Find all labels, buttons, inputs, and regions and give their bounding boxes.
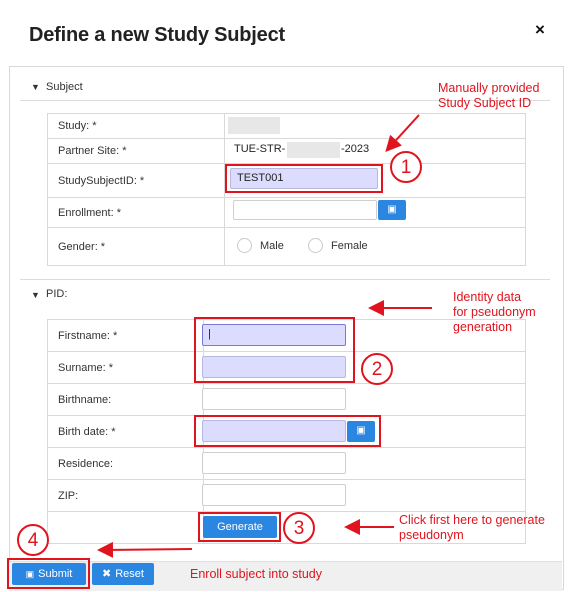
arrow-1	[385, 114, 420, 152]
arrow-4	[97, 541, 193, 558]
annotation-arrows	[97, 114, 432, 558]
